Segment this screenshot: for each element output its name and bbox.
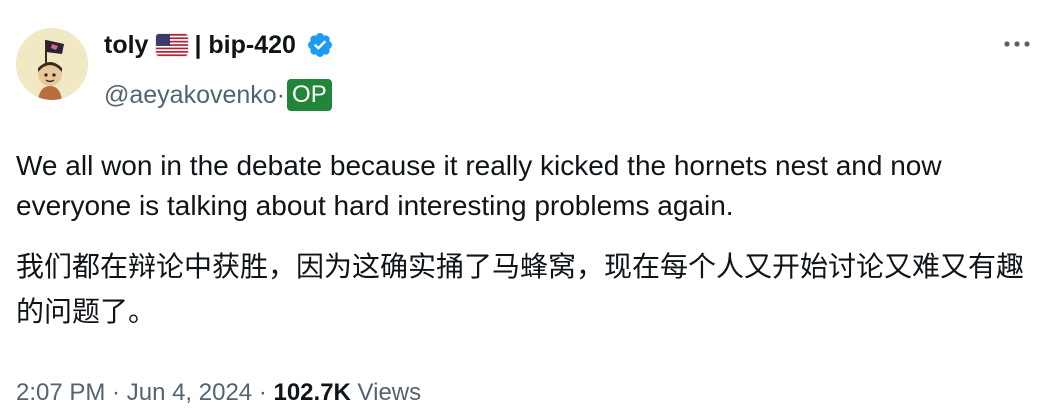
author-name-suffix[interactable]: | bip-420 bbox=[194, 31, 295, 60]
author-handle-row[interactable]: @aeyakovenko· OP bbox=[104, 78, 994, 112]
meta-separator: · bbox=[252, 379, 274, 406]
tweet-time[interactable]: 2:07 PM bbox=[16, 379, 105, 406]
meta-separator: · bbox=[105, 379, 127, 406]
avatar-icon bbox=[16, 28, 88, 100]
tweet-date[interactable]: Jun 4, 2024 bbox=[127, 379, 252, 406]
more-options-icon[interactable] bbox=[1002, 34, 1032, 54]
tweet-header: toly | bip-420 @aeyakovenko· OP bbox=[104, 28, 994, 112]
author-handle[interactable]: @aeyakovenko· bbox=[104, 81, 285, 110]
tweet-text-chinese: 我们都在辩论中获胜，因为这确实捅了马蜂窝，现在每个人又开始讨论又难又有趣的问题了… bbox=[16, 250, 1025, 328]
tweet-card: toly | bip-420 @aeyakovenko· OP We all w… bbox=[0, 0, 1054, 418]
tweet-text-english: We all won in the debate because it real… bbox=[16, 150, 942, 221]
tweet-meta: 2:07 PM · Jun 4, 2024 · 102.7K Views bbox=[16, 377, 421, 409]
views-count[interactable]: 102.7K bbox=[273, 379, 350, 406]
op-badge: OP bbox=[287, 79, 332, 111]
views-label: Views bbox=[350, 379, 422, 406]
avatar[interactable] bbox=[16, 28, 88, 100]
us-flag-icon bbox=[156, 34, 189, 56]
verified-badge-icon[interactable] bbox=[306, 31, 334, 59]
author-name-row[interactable]: toly | bip-420 bbox=[104, 28, 994, 62]
author-name[interactable]: toly bbox=[104, 31, 148, 60]
